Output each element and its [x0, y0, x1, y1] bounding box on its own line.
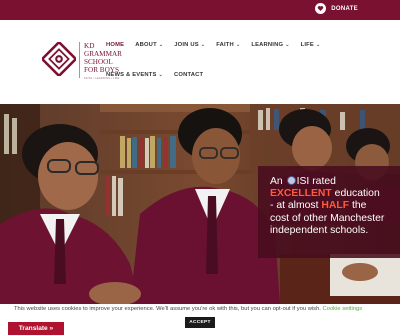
nav-label: CONTACT	[173, 72, 204, 78]
isi-badge-icon	[286, 176, 296, 185]
donate-link[interactable]: DONATE	[315, 3, 358, 14]
school-name-line: SCHOOL	[84, 58, 113, 66]
promo-text: rated	[312, 176, 336, 187]
nav-label: LIFE	[300, 42, 314, 48]
promo-text: cost of other Manchester	[270, 212, 385, 224]
translate-label: Translate »	[18, 325, 54, 332]
promo-highlight: EXCELLENT	[270, 188, 332, 200]
donate-label: DONATE	[331, 5, 358, 12]
school-name-line: GRAMMAR	[84, 50, 122, 58]
site-header: KD GRAMMAR SCHOOL FOR BOYS FAITH • LEARN…	[0, 20, 400, 104]
logo-divider	[79, 42, 80, 78]
cookie-settings-link[interactable]: Cookie settings	[323, 306, 363, 312]
translate-button[interactable]: Translate »	[8, 322, 64, 335]
main-nav-secondary: NEWS & EVENTS ⌄ CONTACT	[106, 72, 214, 78]
accept-cookies-button[interactable]: ACCEPT	[185, 317, 215, 328]
promo-highlight: HALF	[321, 200, 350, 212]
promo-line: - at almost HALF the	[270, 200, 390, 212]
nav-news-events[interactable]: NEWS & EVENTS ⌄	[106, 72, 163, 78]
promo-text: ISI	[296, 176, 310, 187]
nav-about[interactable]: ABOUT ⌄	[135, 42, 163, 48]
nav-learning[interactable]: LEARNING ⌄	[251, 42, 289, 48]
nav-life[interactable]: LIFE ⌄	[301, 42, 321, 48]
hand-heart-icon	[315, 3, 327, 14]
main-nav: HOME ABOUT ⌄ JOIN US ⌄ FAITH ⌄ LEARNING ⌄ LI…	[106, 42, 331, 48]
chevron-down-icon: ⌄	[235, 42, 241, 48]
top-bar: DONATE	[0, 0, 400, 20]
promo-text: - at almost	[270, 200, 319, 212]
nav-label: NEWS & EVENTS	[106, 72, 157, 78]
chevron-down-icon: ⌄	[158, 42, 164, 48]
promo-line: EXCELLENT education	[270, 188, 390, 200]
chevron-down-icon: ⌄	[285, 42, 290, 48]
chevron-down-icon: ⌄	[158, 72, 163, 78]
nav-home[interactable]: HOME	[106, 42, 124, 48]
promo-box: An ISI rated EXCELLENT education - at al…	[258, 166, 400, 258]
nav-label: HOME	[106, 42, 125, 48]
nav-label: ABOUT	[135, 42, 157, 48]
promo-text: independent schools.	[270, 224, 369, 236]
promo-text: the	[352, 200, 367, 212]
school-crest-icon	[42, 42, 76, 76]
promo-text: education	[334, 188, 380, 200]
nav-label: JOIN US	[174, 42, 199, 48]
nav-label: LEARNING	[251, 42, 284, 48]
chevron-down-icon: ⌄	[315, 42, 321, 48]
nav-faith[interactable]: FAITH ⌄	[216, 42, 240, 48]
cookie-text: This website uses cookies to improve you…	[14, 306, 321, 312]
nav-label: FAITH	[216, 42, 234, 48]
chevron-down-icon: ⌄	[200, 42, 206, 48]
promo-text: An	[270, 176, 283, 187]
nav-join-us[interactable]: JOIN US ⌄	[174, 42, 205, 48]
nav-contact[interactable]: CONTACT	[174, 72, 203, 78]
cookie-message: This website uses cookies to improve you…	[14, 306, 362, 312]
promo-line: An ISI rated	[270, 176, 390, 188]
